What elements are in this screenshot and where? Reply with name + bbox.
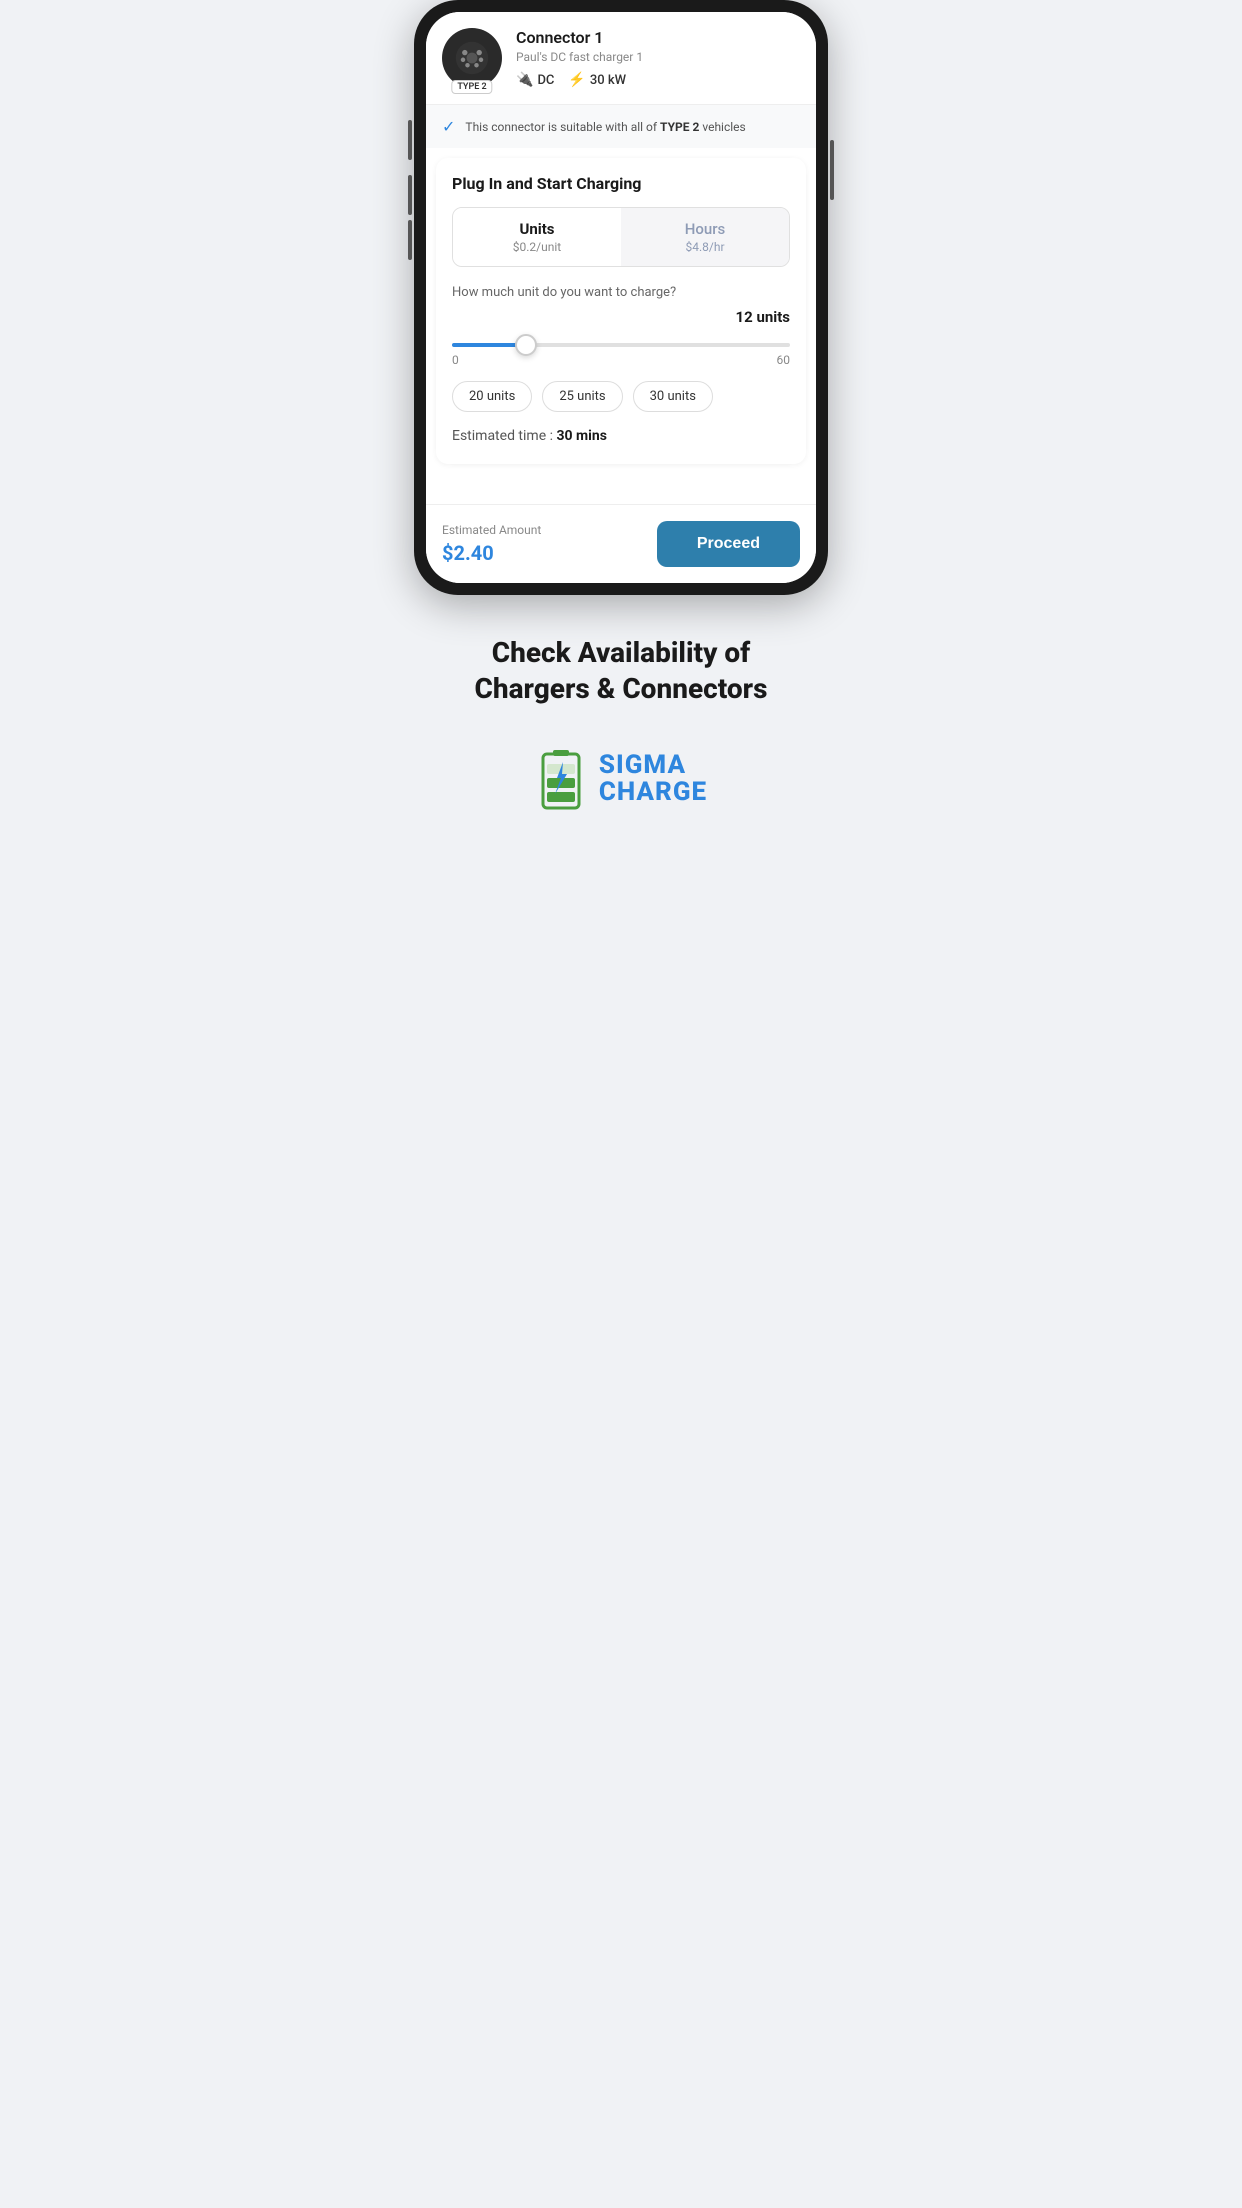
- tab-hours-label: Hours: [633, 220, 777, 238]
- plugin-title: Plug In and Start Charging: [452, 174, 790, 193]
- proceed-button[interactable]: Proceed: [657, 521, 800, 567]
- type-badge: TYPE 2: [451, 80, 492, 94]
- logo-charge: CHARGE: [599, 778, 707, 807]
- chip-20-units[interactable]: 20 units: [452, 381, 532, 412]
- estimated-amount-value: $2.40: [442, 541, 541, 565]
- estimated-amount-group: Estimated Amount $2.40: [442, 523, 541, 565]
- below-phone-section: Check Availability of Chargers & Connect…: [414, 595, 828, 842]
- tab-hours-price: $4.8/hr: [633, 240, 777, 254]
- connector-specs: 🔌 DC ⚡ 30 kW: [516, 72, 800, 88]
- compat-text: This connector is suitable with all of T…: [465, 120, 745, 134]
- check-icon: ✓: [442, 117, 455, 136]
- phone-frame: TYPE 2 Connector 1 Paul's DC fast charge…: [414, 0, 828, 595]
- slider-value: 12 units: [735, 308, 790, 326]
- slider-min: 0: [452, 353, 459, 367]
- chip-25-units[interactable]: 25 units: [542, 381, 622, 412]
- tab-switcher[interactable]: Units $0.2/unit Hours $4.8/hr: [452, 207, 790, 267]
- chip-30-units[interactable]: 30 units: [633, 381, 713, 412]
- connector-name: Connector 1: [516, 28, 800, 47]
- logo-text: SIGMA CHARGE: [599, 752, 707, 807]
- estimated-amount-label: Estimated Amount: [442, 523, 541, 537]
- compat-notice: ✓ This connector is suitable with all of…: [426, 105, 816, 148]
- tab-units[interactable]: Units $0.2/unit: [453, 208, 621, 266]
- quick-chips: 20 units 25 units 30 units: [452, 381, 790, 412]
- tab-units-label: Units: [465, 220, 609, 238]
- charger-name: Paul's DC fast charger 1: [516, 50, 800, 64]
- connector-icon: [442, 28, 502, 88]
- slider-max: 60: [777, 353, 791, 367]
- bottom-bar: Estimated Amount $2.40 Proceed: [426, 504, 816, 583]
- spec-power: ⚡ 30 kW: [568, 72, 626, 88]
- slider-label: How much unit do you want to charge?: [452, 285, 790, 300]
- logo-sigma: SIGMA: [599, 752, 707, 778]
- connector-info: Connector 1 Paul's DC fast charger 1 🔌 D…: [516, 28, 800, 88]
- tab-units-price: $0.2/unit: [465, 240, 609, 254]
- units-slider[interactable]: [452, 343, 790, 347]
- connector-icon-wrap: TYPE 2: [442, 28, 502, 88]
- tab-hours[interactable]: Hours $4.8/hr: [621, 208, 789, 266]
- spec-current: 🔌 DC: [516, 72, 554, 88]
- power-icon: ⚡: [568, 72, 585, 88]
- current-icon: 🔌: [516, 72, 533, 88]
- battery-icon: [535, 748, 587, 812]
- connector-card: TYPE 2 Connector 1 Paul's DC fast charge…: [426, 12, 816, 105]
- slider-value-row: 12 units: [452, 308, 790, 326]
- phone-screen: TYPE 2 Connector 1 Paul's DC fast charge…: [426, 12, 816, 583]
- sigma-charge-logo: SIGMA CHARGE: [434, 748, 808, 812]
- estimated-time: Estimated time : 30 mins: [452, 428, 790, 444]
- connector-svg-icon: [454, 40, 490, 76]
- plugin-section: Plug In and Start Charging Units $0.2/un…: [436, 158, 806, 464]
- check-availability-title: Check Availability of Chargers & Connect…: [434, 635, 808, 708]
